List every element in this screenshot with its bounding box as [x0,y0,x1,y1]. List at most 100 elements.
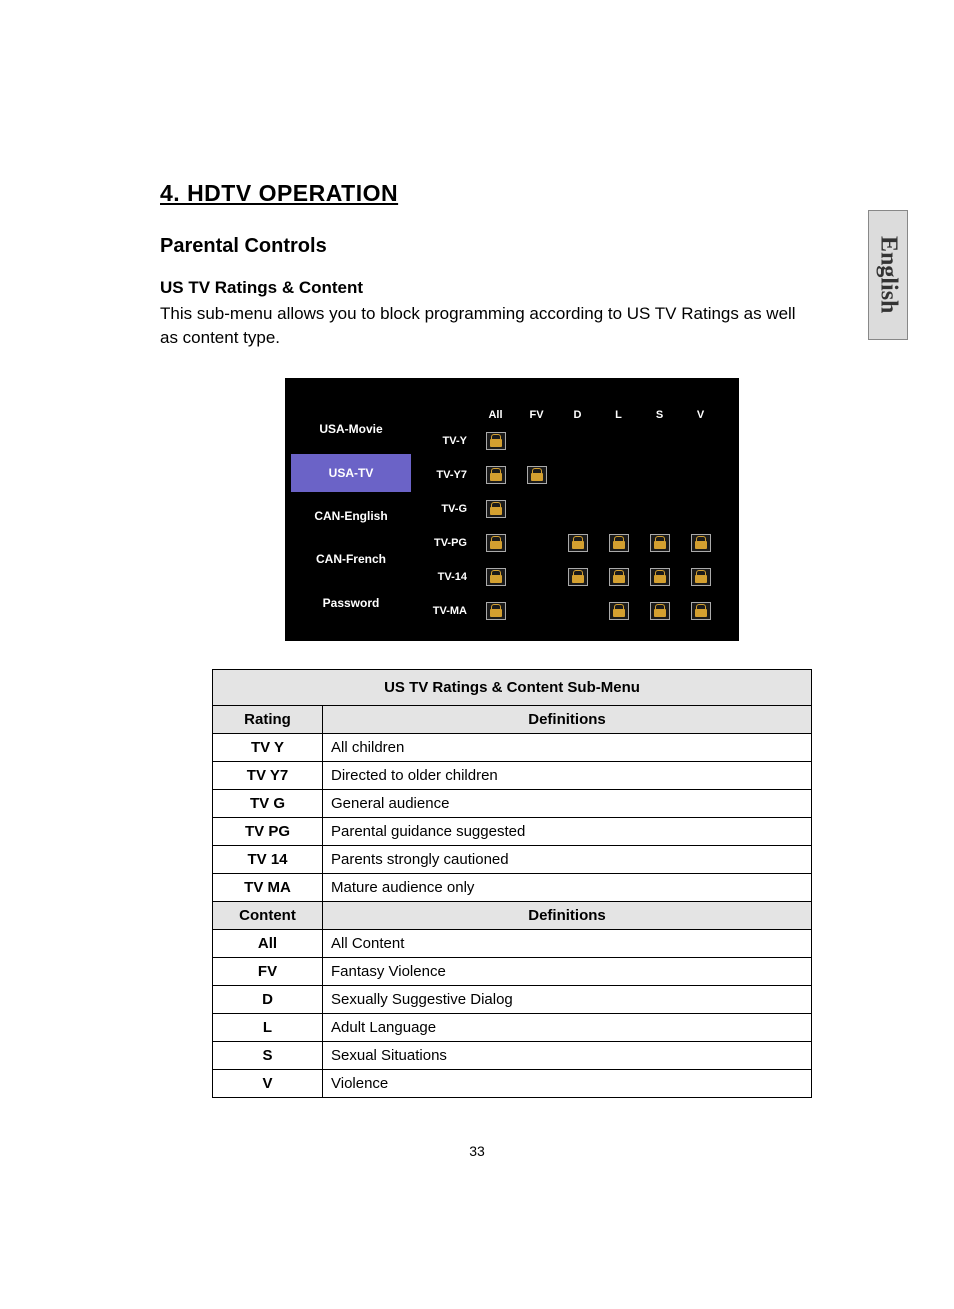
side-menu-item[interactable]: CAN-French [291,540,411,578]
grid-cell[interactable] [598,568,639,586]
rating-header-row: Rating Definitions [213,705,812,733]
page-number: 33 [0,1143,954,1159]
rating-row-label: TV-G [415,503,475,515]
table-row: LAdult Language [213,1013,812,1041]
rating-code: TV Y7 [213,761,323,789]
lock-icon [486,466,506,484]
lock-icon [486,602,506,620]
grid-cell[interactable] [598,534,639,552]
rating-row-label: TV-14 [415,571,475,583]
lock-icon [486,500,506,518]
content-code: All [213,929,323,957]
grid-row: TV-PG [415,526,721,560]
table-row: TV MAMature audience only [213,873,812,901]
grid-cell[interactable] [680,534,721,552]
rating-code: TV G [213,789,323,817]
lock-icon [568,568,588,586]
grid-cell[interactable] [680,602,721,620]
side-menu-item[interactable]: USA-Movie [291,410,411,448]
rating-code: TV PG [213,817,323,845]
lock-icon [691,602,711,620]
tv-menu-screenshot: USA-Movie USA-TV CAN-English CAN-French Pass… [285,378,739,641]
content-code: D [213,985,323,1013]
content-def: All Content [323,929,812,957]
content-header-col1: Content [213,901,323,929]
grid-cell[interactable] [475,568,516,586]
table-row: DSexually Suggestive Dialog [213,985,812,1013]
content-def: Fantasy Violence [323,957,812,985]
grid-cell[interactable] [639,568,680,586]
side-menu-item[interactable]: Password [291,584,411,622]
lock-icon [691,568,711,586]
grid-cell[interactable] [598,602,639,620]
section-title: 4. HDTV OPERATION [160,180,864,207]
language-tab: English [868,210,908,340]
grid-row: TV-Y7 [415,458,721,492]
lock-icon [609,534,629,552]
grid-cell[interactable] [557,534,598,552]
side-menu-item[interactable]: CAN-English [291,497,411,535]
rating-row-label: TV-Y7 [415,469,475,481]
rating-def: Directed to older children [323,761,812,789]
content-code: S [213,1041,323,1069]
rating-code: TV MA [213,873,323,901]
lock-icon [486,432,506,450]
grid-column-header: FV [516,409,557,421]
rating-row-label: TV-PG [415,537,475,549]
document-page: English 4. HDTV OPERATION Parental Contr… [0,0,954,1098]
grid-cell[interactable] [475,466,516,484]
rating-row-label: TV-MA [415,605,475,617]
rating-header-col1: Rating [213,705,323,733]
grid-cell[interactable] [639,534,680,552]
table-row: TV PGParental guidance suggested [213,817,812,845]
table-row: AllAll Content [213,929,812,957]
grid-cell[interactable] [680,568,721,586]
lock-icon [609,602,629,620]
content-code: FV [213,957,323,985]
lock-icon [609,568,629,586]
rating-code: TV Y [213,733,323,761]
rating-def: Parental guidance suggested [323,817,812,845]
content-def: Sexually Suggestive Dialog [323,985,812,1013]
grid-header: AllFVDLSV [415,406,721,424]
table-row: SSexual Situations [213,1041,812,1069]
content-header-col2: Definitions [323,901,812,929]
content-code: L [213,1013,323,1041]
rating-def: All children [323,733,812,761]
content-heading: US TV Ratings & Content [160,278,864,298]
subsection-title: Parental Controls [160,235,864,258]
rating-code: TV 14 [213,845,323,873]
rating-def: Parents strongly cautioned [323,845,812,873]
grid-cell[interactable] [475,500,516,518]
grid-cell[interactable] [475,534,516,552]
grid-column-header: V [680,409,721,421]
table-title-row: US TV Ratings & Content Sub-Menu [213,669,812,705]
intro-text: This sub-menu allows you to block progra… [160,302,800,350]
grid-row: TV-MA [415,594,721,628]
content-def: Violence [323,1069,812,1097]
grid-column-header: All [475,409,516,421]
rating-def: Mature audience only [323,873,812,901]
side-menu-item[interactable]: USA-TV [291,454,411,492]
grid-column-header: S [639,409,680,421]
table-row: TV GGeneral audience [213,789,812,817]
lock-icon [527,466,547,484]
content-code: V [213,1069,323,1097]
definitions-table: US TV Ratings & Content Sub-Menu Rating … [212,669,812,1098]
grid-cell[interactable] [475,432,516,450]
grid-column-header: L [598,409,639,421]
grid-cell[interactable] [475,602,516,620]
grid-row: TV-G [415,492,721,526]
side-menu: USA-Movie USA-TV CAN-English CAN-French Pass… [291,406,411,629]
rating-header-col2: Definitions [323,705,812,733]
ratings-grid: AllFVDLSV TV-YTV-Y7TV-GTV-PGTV-14TV-MA [415,406,721,629]
table-title: US TV Ratings & Content Sub-Menu [213,669,812,705]
table-row: TV Y7Directed to older children [213,761,812,789]
grid-cell[interactable] [516,466,557,484]
lock-icon [568,534,588,552]
grid-cell[interactable] [557,568,598,586]
rating-def: General audience [323,789,812,817]
lock-icon [650,534,670,552]
content-def: Sexual Situations [323,1041,812,1069]
grid-cell[interactable] [639,602,680,620]
